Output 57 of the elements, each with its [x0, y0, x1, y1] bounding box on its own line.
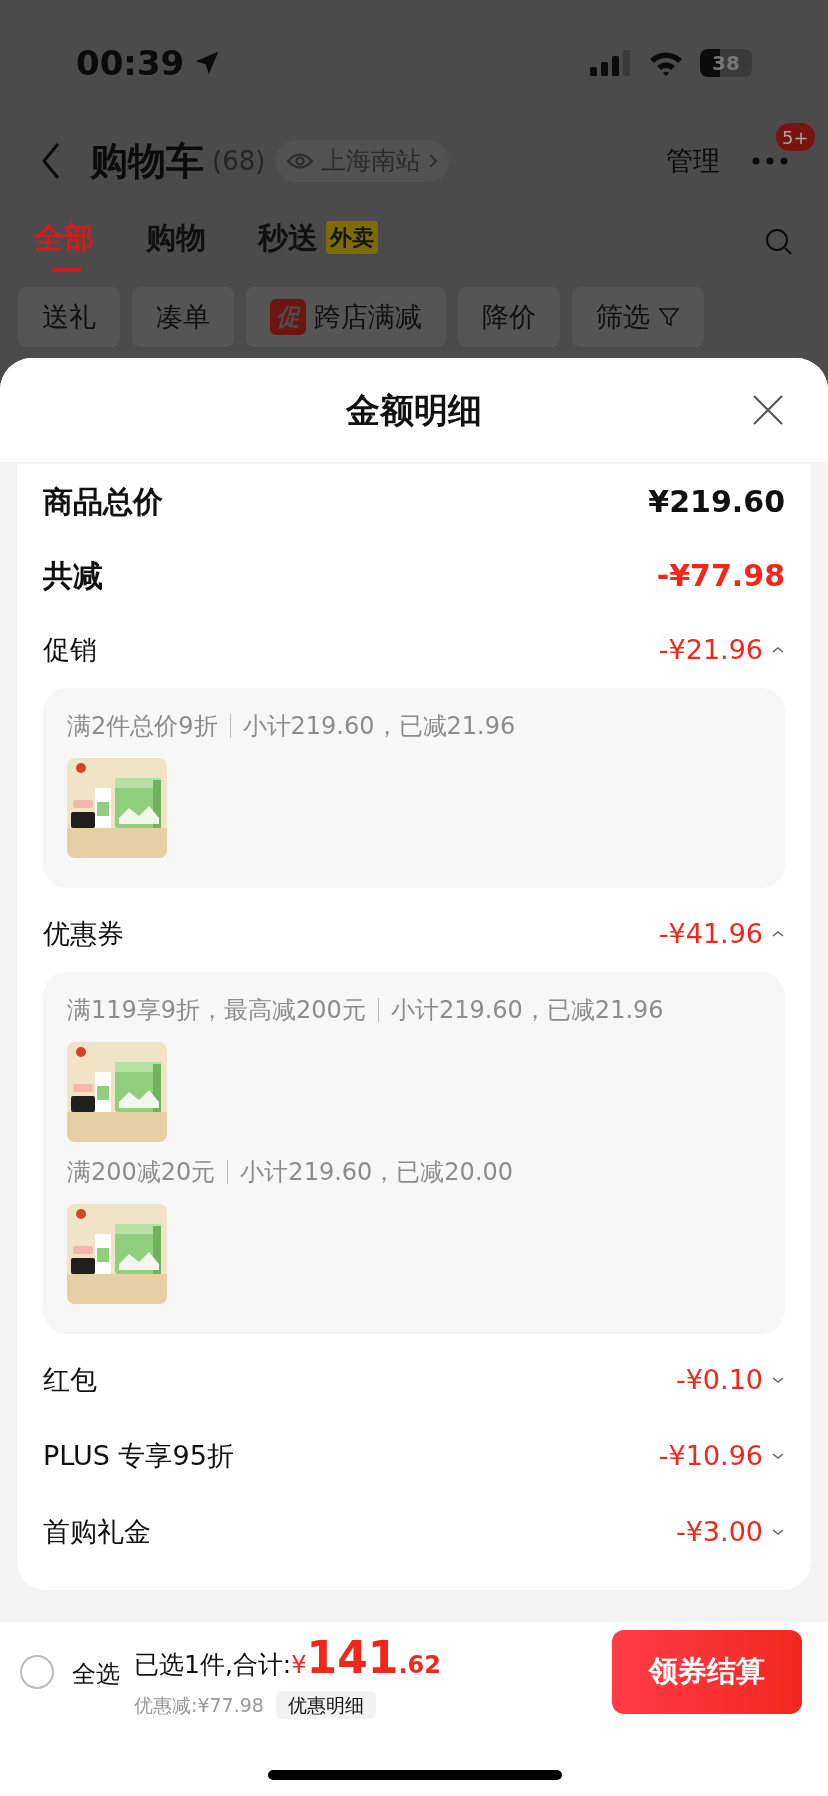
discount-subtotal: 小计219.60，已减21.96 — [390, 995, 664, 1026]
selected-summary: 已选1件,合计: — [134, 1648, 292, 1681]
filter-chip[interactable]: 凑单 — [132, 287, 234, 347]
discount-rule: 满2件总价9折 — [67, 711, 218, 742]
summary-label: 商品总价 — [43, 482, 163, 521]
chevron-down-icon — [771, 1451, 785, 1461]
search-icon[interactable] — [764, 227, 794, 257]
discount-toggle[interactable]: -¥41.96 — [658, 913, 785, 955]
tag-label: 外卖 — [326, 220, 378, 254]
chevron-right-icon — [429, 154, 438, 168]
promo-tag: 促 — [270, 299, 306, 335]
discount-toggle[interactable]: -¥10.96 — [658, 1435, 785, 1477]
close-icon[interactable] — [752, 394, 784, 426]
notification-badge: 5+ — [776, 123, 815, 151]
discount-label: 优惠券 — [43, 916, 124, 951]
wifi-icon — [648, 50, 684, 76]
checkout-button[interactable]: 领券结算 — [612, 1630, 802, 1714]
discount-rule: 满200减20元 — [67, 1157, 216, 1188]
discount-label: PLUS 专享95折 — [43, 1438, 234, 1473]
filter-chip[interactable]: 降价 — [458, 287, 560, 347]
signal-icon — [590, 50, 632, 76]
eye-icon — [287, 152, 314, 170]
discount-detail-button[interactable]: 优惠明细 — [275, 1690, 376, 1720]
category-tab[interactable]: 全部 — [34, 210, 94, 274]
chevron-down-icon — [771, 1375, 785, 1385]
battery-indicator: 38 — [700, 49, 752, 77]
select-all-label: 全选 — [72, 1659, 120, 1690]
chevron-down-icon — [771, 1527, 785, 1537]
discount-toggle[interactable]: -¥21.96 — [658, 629, 785, 671]
status-time: 00:39 — [76, 41, 185, 85]
chevron-up-icon — [771, 929, 785, 939]
page-title: 购物车 — [90, 137, 204, 185]
back-icon[interactable] — [40, 141, 62, 181]
manage-button[interactable]: 管理 — [666, 140, 720, 182]
category-tab[interactable]: 购物 — [146, 210, 206, 274]
discount-label: 红包 — [43, 1362, 97, 1397]
sheet-title: 金额明细 — [346, 388, 482, 432]
filter-chip[interactable]: 促 跨店满减 — [246, 287, 446, 347]
summary-value: -¥77.98 — [656, 556, 785, 595]
discount-toggle[interactable]: -¥3.00 — [675, 1511, 785, 1553]
discount-subtotal: 小计219.60，已减21.96 — [242, 711, 516, 742]
chevron-up-icon — [771, 645, 785, 655]
discount-rule: 满119享9折，最高减200元 — [67, 995, 366, 1026]
filter-icon — [658, 306, 680, 328]
summary-value: ¥219.60 — [648, 482, 785, 521]
discount-subtotal: 小计219.60，已减20.00 — [240, 1157, 514, 1188]
discount-toggle[interactable]: -¥0.10 — [675, 1359, 785, 1401]
discount-summary: 优惠减:¥77.98 — [134, 1692, 264, 1718]
select-all-checkbox[interactable] — [20, 1655, 54, 1689]
total-price: ¥141.62 — [291, 1630, 441, 1685]
discount-label: 首购礼金 — [43, 1514, 151, 1549]
category-tab[interactable]: 秒送 外卖 — [258, 210, 378, 274]
more-icon[interactable] — [752, 157, 788, 165]
filter-chip[interactable]: 筛选 — [572, 287, 704, 347]
filter-chip[interactable]: 送礼 — [18, 287, 120, 347]
discount-label: 促销 — [43, 632, 97, 667]
summary-label: 共减 — [43, 556, 103, 595]
